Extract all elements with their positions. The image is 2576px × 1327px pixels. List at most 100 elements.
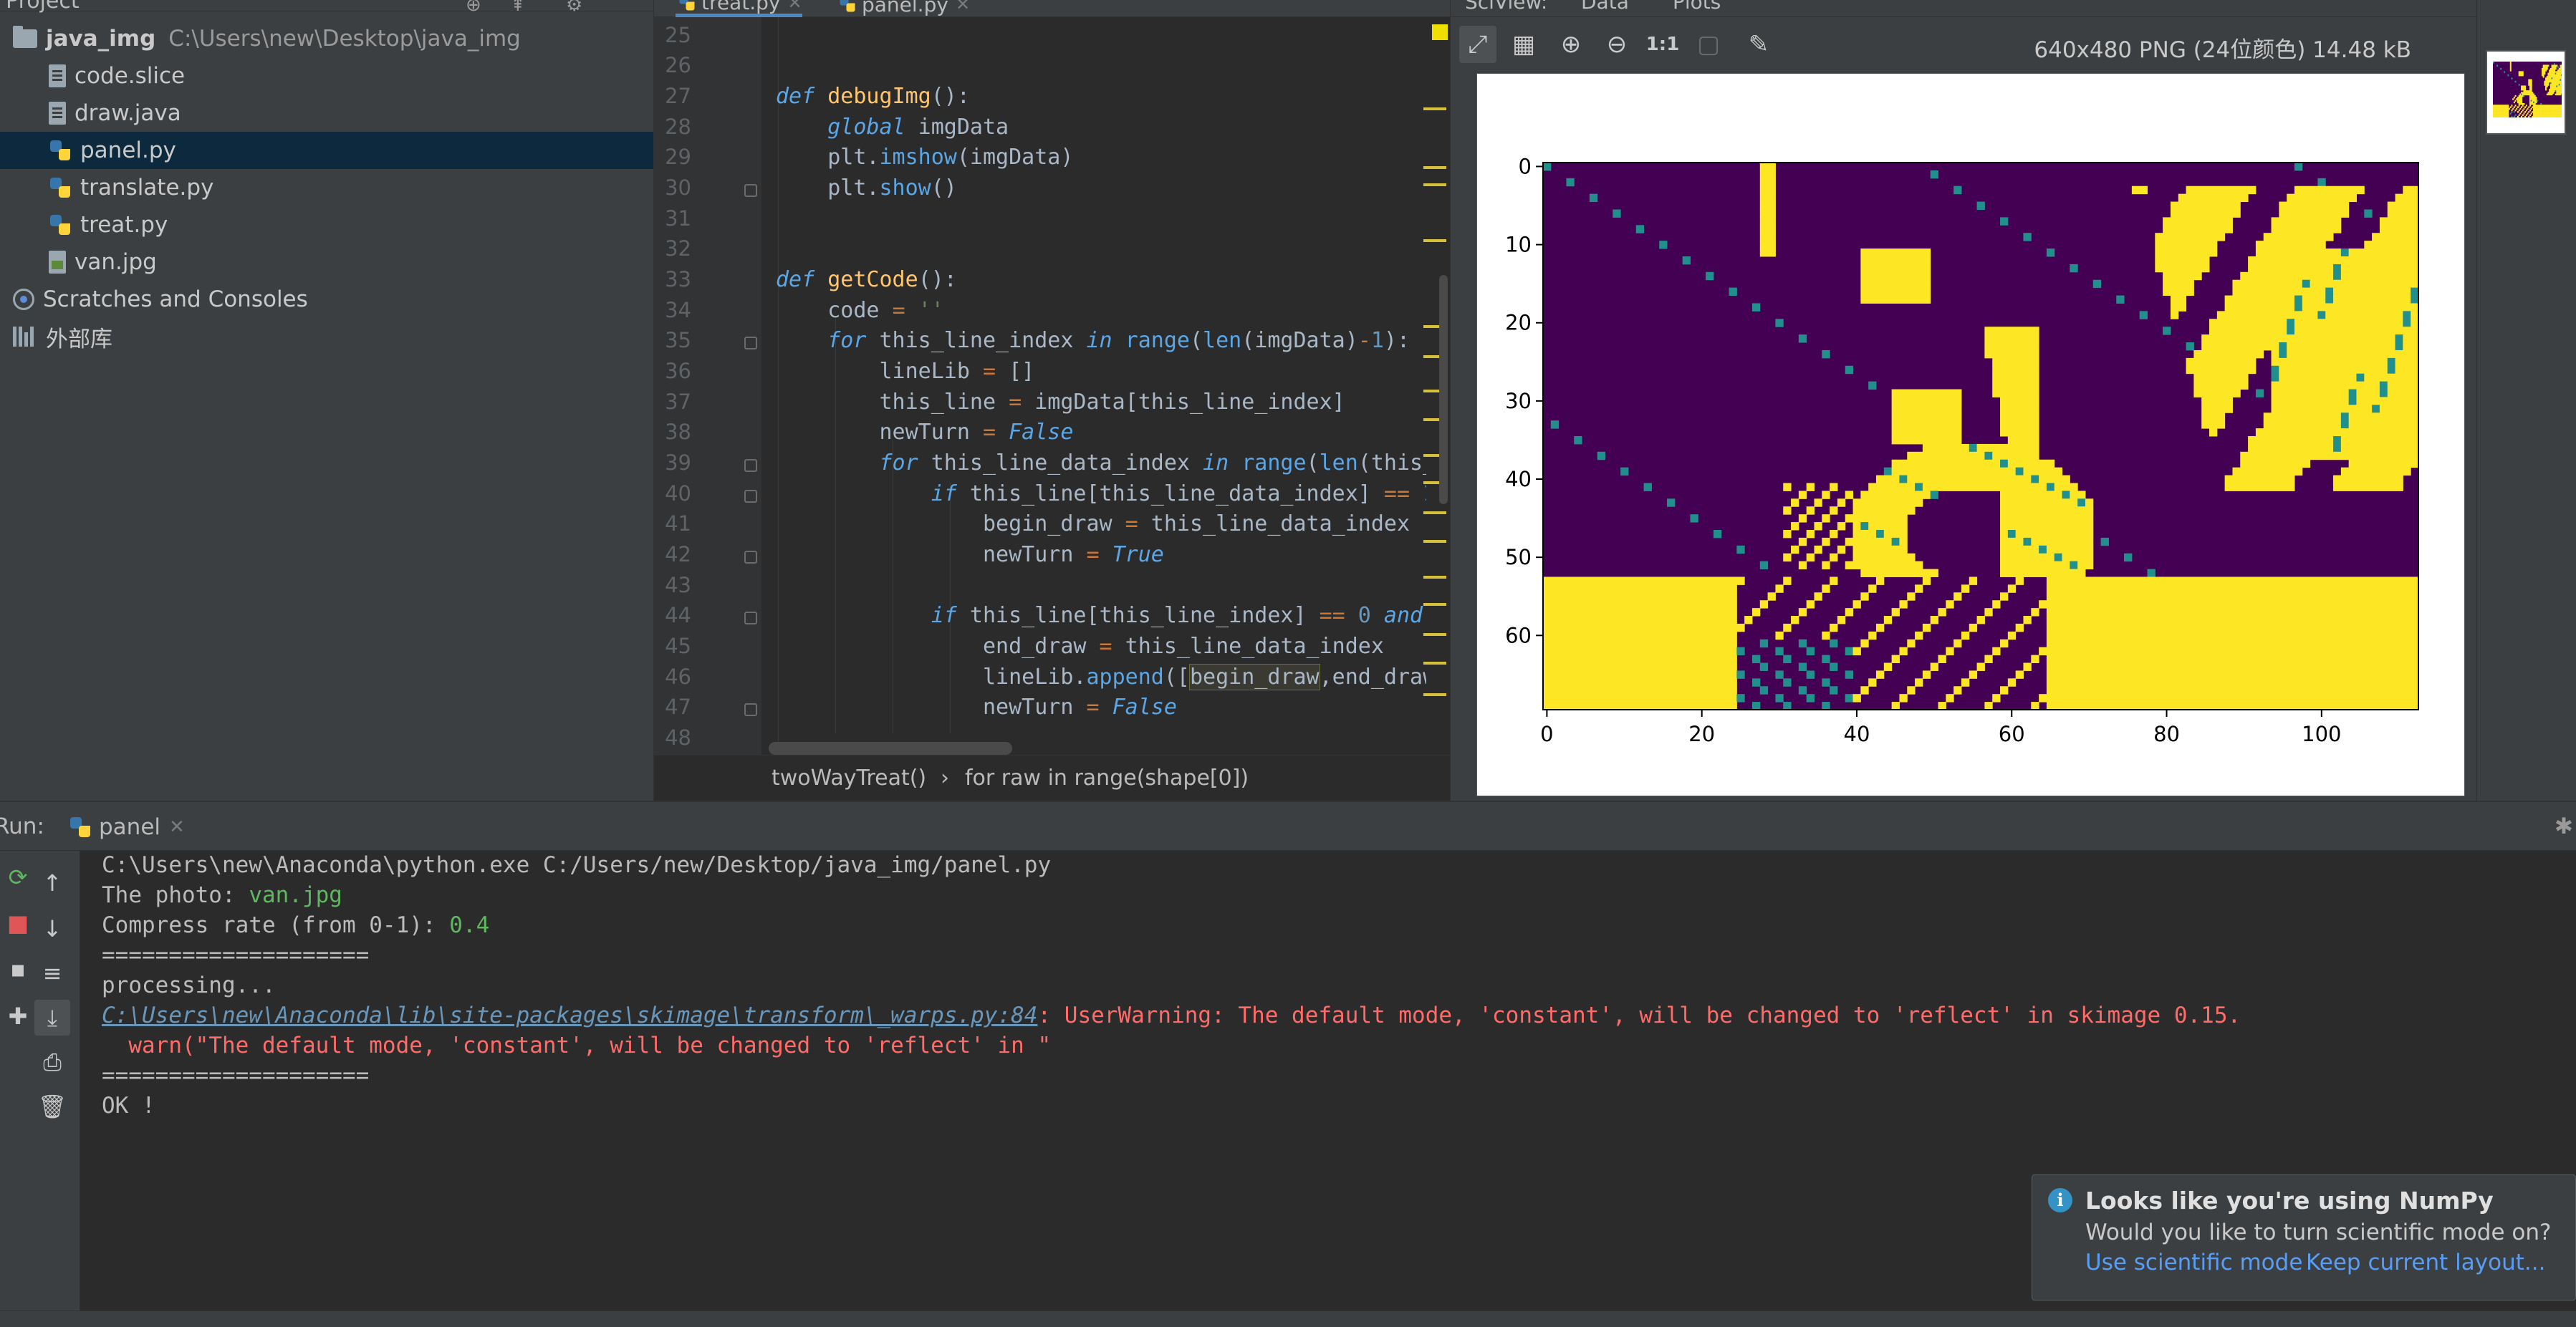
heatmap-cell-run <box>2279 373 2357 382</box>
image-info: 640x480 PNG (24位颜色) 14.48 kB <box>2034 37 2411 63</box>
notification-body: Would you like to turn scientific mode o… <box>2085 1220 2552 1245</box>
collapse-icon[interactable]: ⇞ <box>510 0 530 16</box>
fold-marker[interactable] <box>744 459 757 472</box>
use-scientific-mode-link[interactable]: Use scientific mode <box>2085 1250 2302 1275</box>
settings-icon[interactable]: ✱ <box>2555 814 2573 839</box>
heatmap-cell-run <box>1798 334 1807 343</box>
background-icon[interactable]: ▢ <box>1690 26 1727 63</box>
tab-panel-py[interactable]: panel.py ✕ <box>836 0 970 17</box>
heatmap-cell-run <box>2015 467 2024 476</box>
heatmap-cell-run <box>1969 670 1978 679</box>
heatmap-cell-run <box>2046 483 2055 491</box>
actual-size-button[interactable]: 1:1 <box>1644 26 1681 63</box>
run-toolbar: ⟳ ■ ▪ ✚ ↑ ↓ ≡ ⤓ ⎙ 🗑 <box>0 851 80 1312</box>
close-icon[interactable]: ✕ <box>956 0 970 14</box>
pin-icon[interactable]: ✚ <box>0 998 36 1034</box>
heatmap-cell-run <box>2201 405 2233 413</box>
heatmap-cell-run <box>1543 694 1737 703</box>
heatmap-cell-run <box>2340 248 2350 257</box>
tree-item-external-libs[interactable]: 外部库 <box>0 318 653 355</box>
layout-icon[interactable]: ▪ <box>0 951 36 987</box>
heatmap-cell-run <box>1837 616 1846 624</box>
heatmap-cell-run <box>1915 631 1923 640</box>
heatmap-cell-run <box>1759 241 1776 249</box>
heatmap-cell-run <box>1899 475 1908 483</box>
tree-item-translate-py[interactable]: translate.py <box>0 169 653 206</box>
tab-data[interactable]: Data <box>1581 0 1629 14</box>
close-icon[interactable]: ✕ <box>169 816 185 838</box>
project-header: Project ⊕ ⇞ ⚙ <box>0 0 653 16</box>
heatmap-cell-run <box>2186 185 2257 195</box>
heatmap-cell-run <box>1860 639 1869 648</box>
heatmap-cell-run <box>2007 584 2017 593</box>
close-icon[interactable]: ✕ <box>787 0 802 13</box>
heatmap-cell-run <box>2000 561 2070 570</box>
run-tab-panel[interactable]: panel ✕ <box>69 808 185 846</box>
down-arrow-icon[interactable]: ↓ <box>34 911 70 947</box>
tab-plots[interactable]: Plots <box>1673 0 1721 14</box>
tree-item-van-jpg[interactable]: van.jpg <box>0 243 653 281</box>
up-arrow-icon[interactable]: ↑ <box>34 865 70 901</box>
heatmap-cell-run <box>1876 670 1885 679</box>
heatmap-cell-run <box>1938 655 1946 664</box>
heatmap-cell-run <box>1759 233 1776 241</box>
stop-icon[interactable]: ■ <box>0 905 36 941</box>
heatmap-cell-run <box>1868 584 1877 593</box>
fold-marker[interactable] <box>744 703 757 716</box>
tree-root[interactable]: java_img C:\Users\new\Desktop\java_img <box>0 20 653 57</box>
fold-marker[interactable] <box>744 337 757 349</box>
heatmap-cell-run <box>2046 545 2094 554</box>
heatmap-cell-run <box>1992 389 2039 397</box>
tree-item-scratches[interactable]: Scratches and Consoles <box>0 281 653 318</box>
heatmap-cell-run <box>2015 670 2024 679</box>
fold-marker[interactable] <box>744 184 757 197</box>
heatmap-cell-run <box>2395 193 2419 203</box>
heatmap-cell-run <box>2000 491 2063 499</box>
grid-icon[interactable]: ▦ <box>1505 26 1542 63</box>
console-processing: processing... <box>102 973 276 998</box>
heatmap-cell-run <box>2348 397 2357 405</box>
scroll-to-end-icon[interactable]: ⤓ <box>34 1000 70 1036</box>
python-file-icon <box>69 816 92 839</box>
breadcrumb-fn[interactable]: twoWayTreat() <box>772 766 926 791</box>
zoom-in-icon[interactable]: ⊕ <box>1552 26 1590 63</box>
soft-wrap-icon[interactable]: ≡ <box>34 955 70 991</box>
line-gutter: 25 26 27 28 29 30 31 32 33 34 35 36 37 3… <box>654 17 761 755</box>
heatmap-cell-run <box>2155 248 2218 257</box>
heatmap-cell-run <box>1969 443 1978 453</box>
tab-treat-py[interactable]: treat.py ✕ <box>676 0 802 17</box>
fold-marker[interactable] <box>744 551 757 564</box>
tree-item-code-slice[interactable]: code.slice <box>0 57 653 95</box>
inspection-status-icon[interactable] <box>1432 24 1448 40</box>
heatmap-cell-run <box>2178 193 2249 203</box>
plot-thumbnail[interactable] <box>2486 50 2566 135</box>
project-title[interactable]: Project <box>6 0 80 14</box>
horizontal-scrollbar[interactable] <box>769 742 1012 755</box>
trash-icon[interactable]: 🗑 <box>34 1089 70 1124</box>
gear-icon[interactable]: ⚙ <box>566 0 586 16</box>
tree-item-treat-py[interactable]: treat.py <box>0 206 653 243</box>
vertical-scrollbar[interactable] <box>1439 275 1448 504</box>
x-tick-label: 40 <box>1844 722 1870 746</box>
heatmap-cell-run <box>1930 170 1939 179</box>
color-picker-icon[interactable]: ✎ <box>1740 26 1777 63</box>
plot-image[interactable]: 0 20 40 60 80 100 0 10 20 30 40 50 60 <box>1476 73 2465 796</box>
fold-marker[interactable] <box>744 612 757 624</box>
zoom-out-icon[interactable]: ⊖ <box>1598 26 1635 63</box>
warning-source-link[interactable]: C:\Users\new\Anaconda\lib\site-packages\… <box>102 1003 1037 1028</box>
scope-icon[interactable]: ⊕ <box>466 0 486 16</box>
rerun-icon[interactable]: ⟳ <box>0 859 36 895</box>
heatmap-cell-run <box>2232 287 2326 296</box>
tree-item-panel-py[interactable]: panel.py <box>0 132 653 169</box>
code-area[interactable]: def debugImg(): global imgData plt.imsho… <box>761 17 1451 755</box>
fold-marker[interactable] <box>744 490 757 503</box>
code-line: for this_line_data_index in range(len(th… <box>879 450 1451 476</box>
print-icon[interactable]: ⎙ <box>34 1044 70 1080</box>
code-line: lineLib = [] <box>776 359 1035 384</box>
heatmap-cell-run <box>1543 584 1737 593</box>
fit-zoom-icon[interactable]: ⤢ <box>1459 26 1496 63</box>
plot-thumbnails <box>2476 0 2576 801</box>
tree-item-draw-java[interactable]: draw.java <box>0 95 653 132</box>
keep-layout-link[interactable]: Keep current layout... <box>2306 1250 2545 1275</box>
breadcrumb-loop[interactable]: for raw in range(shape[0]) <box>965 766 1249 791</box>
